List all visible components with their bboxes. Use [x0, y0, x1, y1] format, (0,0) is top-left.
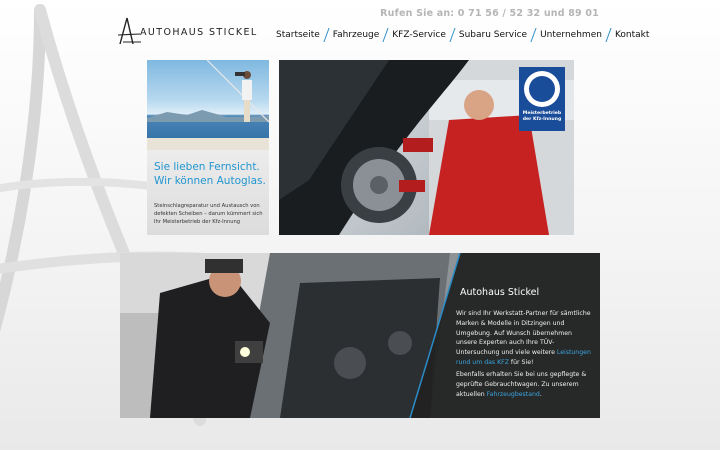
nav-startseite[interactable]: Startseite: [276, 30, 320, 40]
logo-text: AUTOHAUS STICKEL: [140, 27, 258, 38]
autoglas-teaser[interactable]: Sie lieben Fernsicht. Wir können Autogla…: [147, 60, 269, 235]
teaser-headline: Sie lieben Fernsicht. Wir können Autogla…: [154, 161, 266, 187]
nav-separator: [530, 28, 537, 42]
nav-separator: [605, 28, 612, 42]
nav-fahrzeuge[interactable]: Fahrzeuge: [333, 30, 380, 40]
panel-paragraph-1: Wir sind Ihr Werkstatt-Partner für sämtl…: [456, 310, 591, 366]
nav-kfz-service[interactable]: KFZ-Service: [392, 30, 446, 40]
teaser-photo-sea: [147, 60, 269, 150]
meisterbetrieb-badge: Meisterbetrieb der Kfz-Innung: [519, 67, 565, 131]
nav-separator: [323, 28, 330, 42]
panel-paragraph-2: Ebenfalls erhalten Sie bei uns gepflegte…: [456, 371, 587, 398]
about-panel: Autohaus Stickel Wir sind Ihr Werkstatt-…: [120, 253, 600, 418]
fahrzeugbestand-link[interactable]: Fahrzeugbestand: [487, 391, 540, 398]
nav-separator: [449, 28, 456, 42]
phone-number: Rufen Sie an: 0 71 56 / 52 32 und 89 01: [380, 8, 599, 19]
teaser-description: Steinschlagreparatur und Austausch von d…: [154, 203, 263, 225]
logo-a-icon: [118, 17, 141, 45]
panel-title: Autohaus Stickel: [460, 287, 540, 298]
logo[interactable]: AUTOHAUS STICKEL: [118, 16, 256, 46]
nav-separator: [382, 28, 389, 42]
nav-kontakt[interactable]: Kontakt: [615, 30, 649, 40]
nav-unternehmen[interactable]: Unternehmen: [540, 30, 602, 40]
nav-subaru-service[interactable]: Subaru Service: [459, 30, 527, 40]
main-navigation: Startseite Fahrzeuge KFZ-Service Subaru …: [276, 28, 649, 42]
